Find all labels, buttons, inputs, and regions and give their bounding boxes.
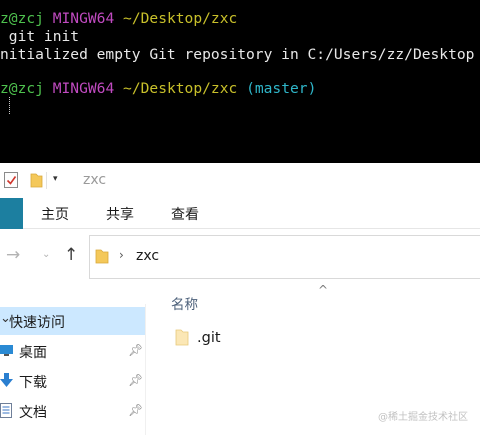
window-title: zxc [83, 172, 107, 188]
recent-locations-chevron-icon[interactable]: ⌄ [42, 249, 50, 260]
prompt-line-1: z@zcj MINGW64 ~/Desktop/zxc [0, 10, 237, 28]
sidebar-item-quick-access[interactable]: ⌄ 快速访问 [0, 307, 145, 335]
up-arrow-icon[interactable]: ↑ [64, 245, 78, 265]
quick-access-properties-icon[interactable] [4, 172, 18, 188]
forward-arrow-icon[interactable]: → [6, 245, 20, 265]
watermark: @稀土掘金技术社区 [378, 412, 468, 423]
prompt-path: ~/Desktop/zxc [123, 80, 238, 97]
sidebar-item-desktop[interactable]: 桌面 📌︎ [0, 337, 145, 365]
pin-icon[interactable]: 📌︎ [128, 373, 143, 387]
file-explorer-window: ▾ zxc 主页 共享 查看 → ⌄ ↑ › zxc ⌄ 快速访问 桌面 📌︎ … [0, 163, 480, 435]
pin-icon[interactable]: 📌︎ [128, 403, 143, 417]
folder-icon [95, 249, 109, 264]
title-bar: ▾ zxc [0, 163, 480, 198]
breadcrumb-separator-icon[interactable]: › [119, 248, 124, 262]
address-bar[interactable]: › zxc [89, 235, 480, 279]
new-folder-icon[interactable] [30, 173, 43, 188]
checkmark-icon [6, 176, 17, 185]
sidebar-item-label: 下载 [19, 375, 47, 391]
output-line: nitialized empty Git repository in C:/Us… [0, 46, 475, 63]
download-icon [0, 373, 13, 387]
sidebar-item-downloads[interactable]: 下载 📌︎ [0, 367, 145, 395]
sidebar-item-label: 快速访问 [9, 315, 65, 331]
tab-share[interactable]: 共享 [106, 204, 134, 224]
folder-icon [175, 329, 189, 346]
column-header-name[interactable]: 名称 [171, 293, 198, 313]
prompt-line-2: z@zcj MINGW64 ~/Desktop/zxc (master) [0, 80, 316, 98]
file-name: .git [197, 330, 221, 346]
customize-toolbar-dropdown[interactable]: ▾ [53, 174, 58, 184]
prompt-shell: MINGW64 [52, 10, 115, 27]
command-line: git init [0, 28, 80, 45]
tab-home[interactable]: 主页 [41, 204, 69, 224]
ribbon: 主页 共享 查看 [0, 198, 480, 229]
sidebar-item-documents[interactable]: 文档 📌︎ [0, 397, 145, 425]
navigation-pane: ⌄ 快速访问 桌面 📌︎ 下载 📌︎ 文档 📌︎ [0, 304, 147, 435]
prompt-branch: (master) [246, 80, 317, 97]
toolbar-divider [46, 172, 47, 189]
tab-view[interactable]: 查看 [171, 204, 199, 224]
prompt-user: z@zcj [0, 80, 44, 97]
sidebar-scrollbar[interactable] [145, 304, 146, 435]
tab-file[interactable] [0, 198, 23, 229]
document-icon [0, 403, 12, 418]
list-item[interactable]: .git [170, 327, 370, 351]
terminal-window[interactable]: z@zcj MINGW64 ~/Desktop/zxc git init nit… [0, 0, 480, 163]
sidebar-item-label: 文档 [19, 405, 47, 421]
pin-icon[interactable]: 📌︎ [128, 343, 143, 357]
navigation-bar: → ⌄ ↑ › zxc [0, 229, 480, 285]
prompt-path: ~/Desktop/zxc [123, 10, 238, 27]
sidebar-item-label: 桌面 [19, 345, 47, 361]
prompt-user: z@zcj [0, 10, 44, 27]
prompt-shell: MINGW64 [52, 80, 115, 97]
breadcrumb-folder[interactable]: zxc [136, 248, 159, 264]
desktop-icon [0, 345, 13, 356]
terminal-cursor [9, 97, 10, 114]
sort-caret-icon[interactable]: ^ [318, 283, 328, 297]
